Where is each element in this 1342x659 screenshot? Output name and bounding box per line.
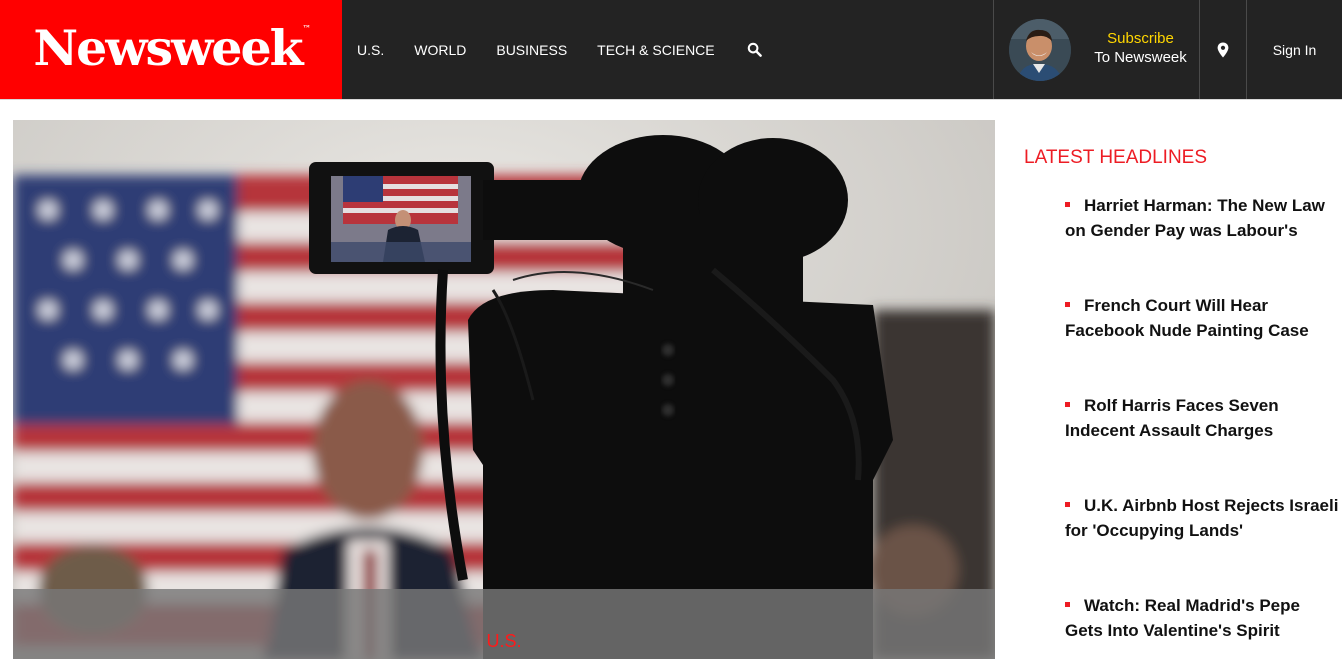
bullet-icon [1065, 402, 1070, 408]
subscribe-line1: Subscribe [1107, 30, 1174, 47]
magazine-cover-avatar [1009, 19, 1071, 81]
headline-item[interactable]: U.K. Airbnb Host Rejects Israeli for 'Oc… [1065, 493, 1342, 543]
nav-item-tech-science[interactable]: TECH & SCIENCE [582, 42, 729, 58]
bullet-icon [1065, 602, 1070, 608]
latest-headlines: LATEST HEADLINES Harriet Harman: The New… [1024, 145, 1342, 640]
nav-item-business[interactable]: BUSINESS [481, 42, 582, 58]
map-marker-icon[interactable] [1200, 0, 1246, 99]
bullet-icon [1065, 502, 1070, 508]
headline-item[interactable]: Harriet Harman: The New Law on Gender Pa… [1065, 193, 1342, 243]
headline-item[interactable]: French Court Will Hear Facebook Nude Pai… [1065, 293, 1342, 343]
search-icon[interactable] [744, 39, 766, 61]
logo-wordmark: Newsweek™ [33, 19, 310, 77]
nav-item-us[interactable]: U.S. [342, 42, 399, 58]
sign-in-link[interactable]: Sign In [1247, 0, 1342, 99]
newsweek-logo[interactable]: Newsweek™ [0, 0, 342, 99]
main-nav: U.S. WORLD BUSINESS TECH & SCIENCE [342, 0, 766, 99]
headline-item[interactable]: Rolf Harris Faces Seven Indecent Assault… [1065, 393, 1342, 443]
headline-item[interactable]: Watch: Real Madrid's Pepe Gets Into Vale… [1065, 593, 1342, 643]
subscribe-line2: To Newsweek [1094, 49, 1187, 66]
hero-photo-illustration [13, 120, 995, 659]
subscribe-link[interactable]: Subscribe To Newsweek [994, 0, 1199, 99]
latest-headlines-title: LATEST HEADLINES [1024, 147, 1208, 168]
bullet-icon [1065, 202, 1070, 208]
hero-image[interactable]: U.S. [13, 120, 995, 659]
hero-section-label[interactable]: U.S. [13, 631, 995, 652]
subscribe-text: Subscribe To Newsweek [1084, 30, 1197, 68]
hero-caption-overlay: U.S. [13, 589, 995, 659]
bullet-icon [1065, 302, 1070, 308]
site-header: Newsweek™ U.S. WORLD BUSINESS TECH & SCI… [0, 0, 1342, 100]
nav-item-world[interactable]: WORLD [399, 42, 481, 58]
